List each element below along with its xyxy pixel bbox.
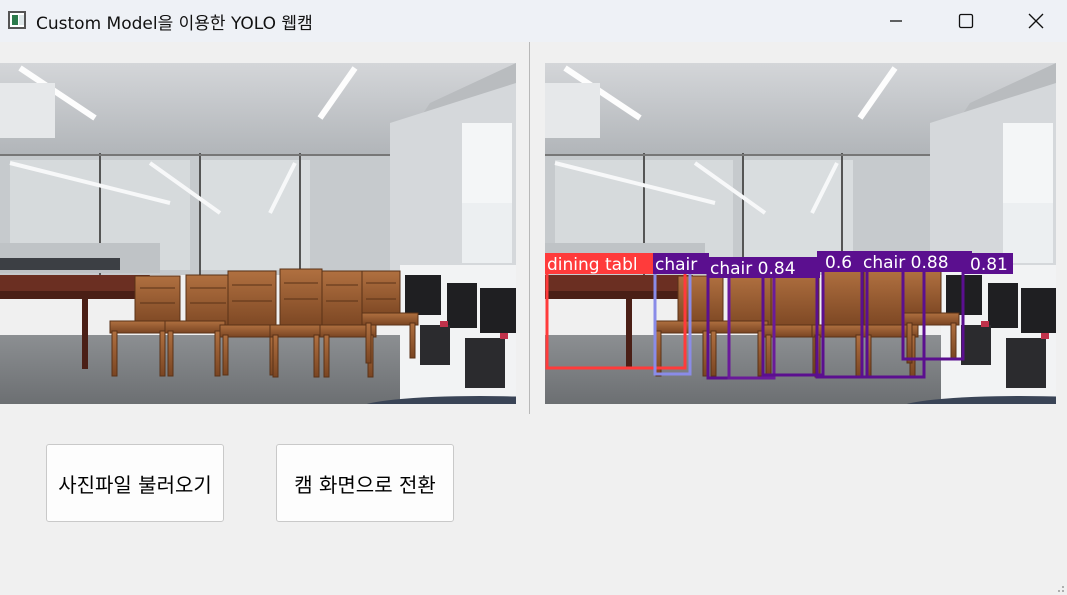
- maximize-icon: [958, 13, 974, 29]
- minimize-button[interactable]: [861, 0, 931, 42]
- maximize-button[interactable]: [931, 0, 1001, 42]
- detection-image-view: dining tabl chair chair 0.84 0.6 chair 0…: [545, 63, 1056, 404]
- detection-label-chair-5: 0.81: [970, 255, 1008, 275]
- window-title: Custom Model을 이용한 YOLO 웹캠: [36, 14, 313, 34]
- app-window-icon: [8, 11, 26, 29]
- minimize-icon: [890, 20, 902, 22]
- detection-label-dining-table: dining tabl: [547, 255, 638, 275]
- detection-label-chair-2: chair 0.84: [710, 259, 796, 279]
- title-bar: Custom Model을 이용한 YOLO 웹캠: [0, 0, 1067, 42]
- detection-label-chair-3: 0.6: [825, 253, 852, 273]
- detection-label-chair-4: chair 0.88: [863, 253, 949, 273]
- resize-grip-icon[interactable]: [1055, 583, 1065, 593]
- view-splitter[interactable]: [529, 42, 530, 414]
- switch-webcam-button[interactable]: 캠 화면으로 전환: [276, 444, 454, 522]
- detection-label-chair-1: chair: [655, 255, 697, 275]
- original-image-view: [0, 63, 516, 404]
- close-icon: [1028, 13, 1044, 29]
- load-photo-button[interactable]: 사진파일 불러오기: [46, 444, 224, 522]
- close-button[interactable]: [1001, 0, 1067, 42]
